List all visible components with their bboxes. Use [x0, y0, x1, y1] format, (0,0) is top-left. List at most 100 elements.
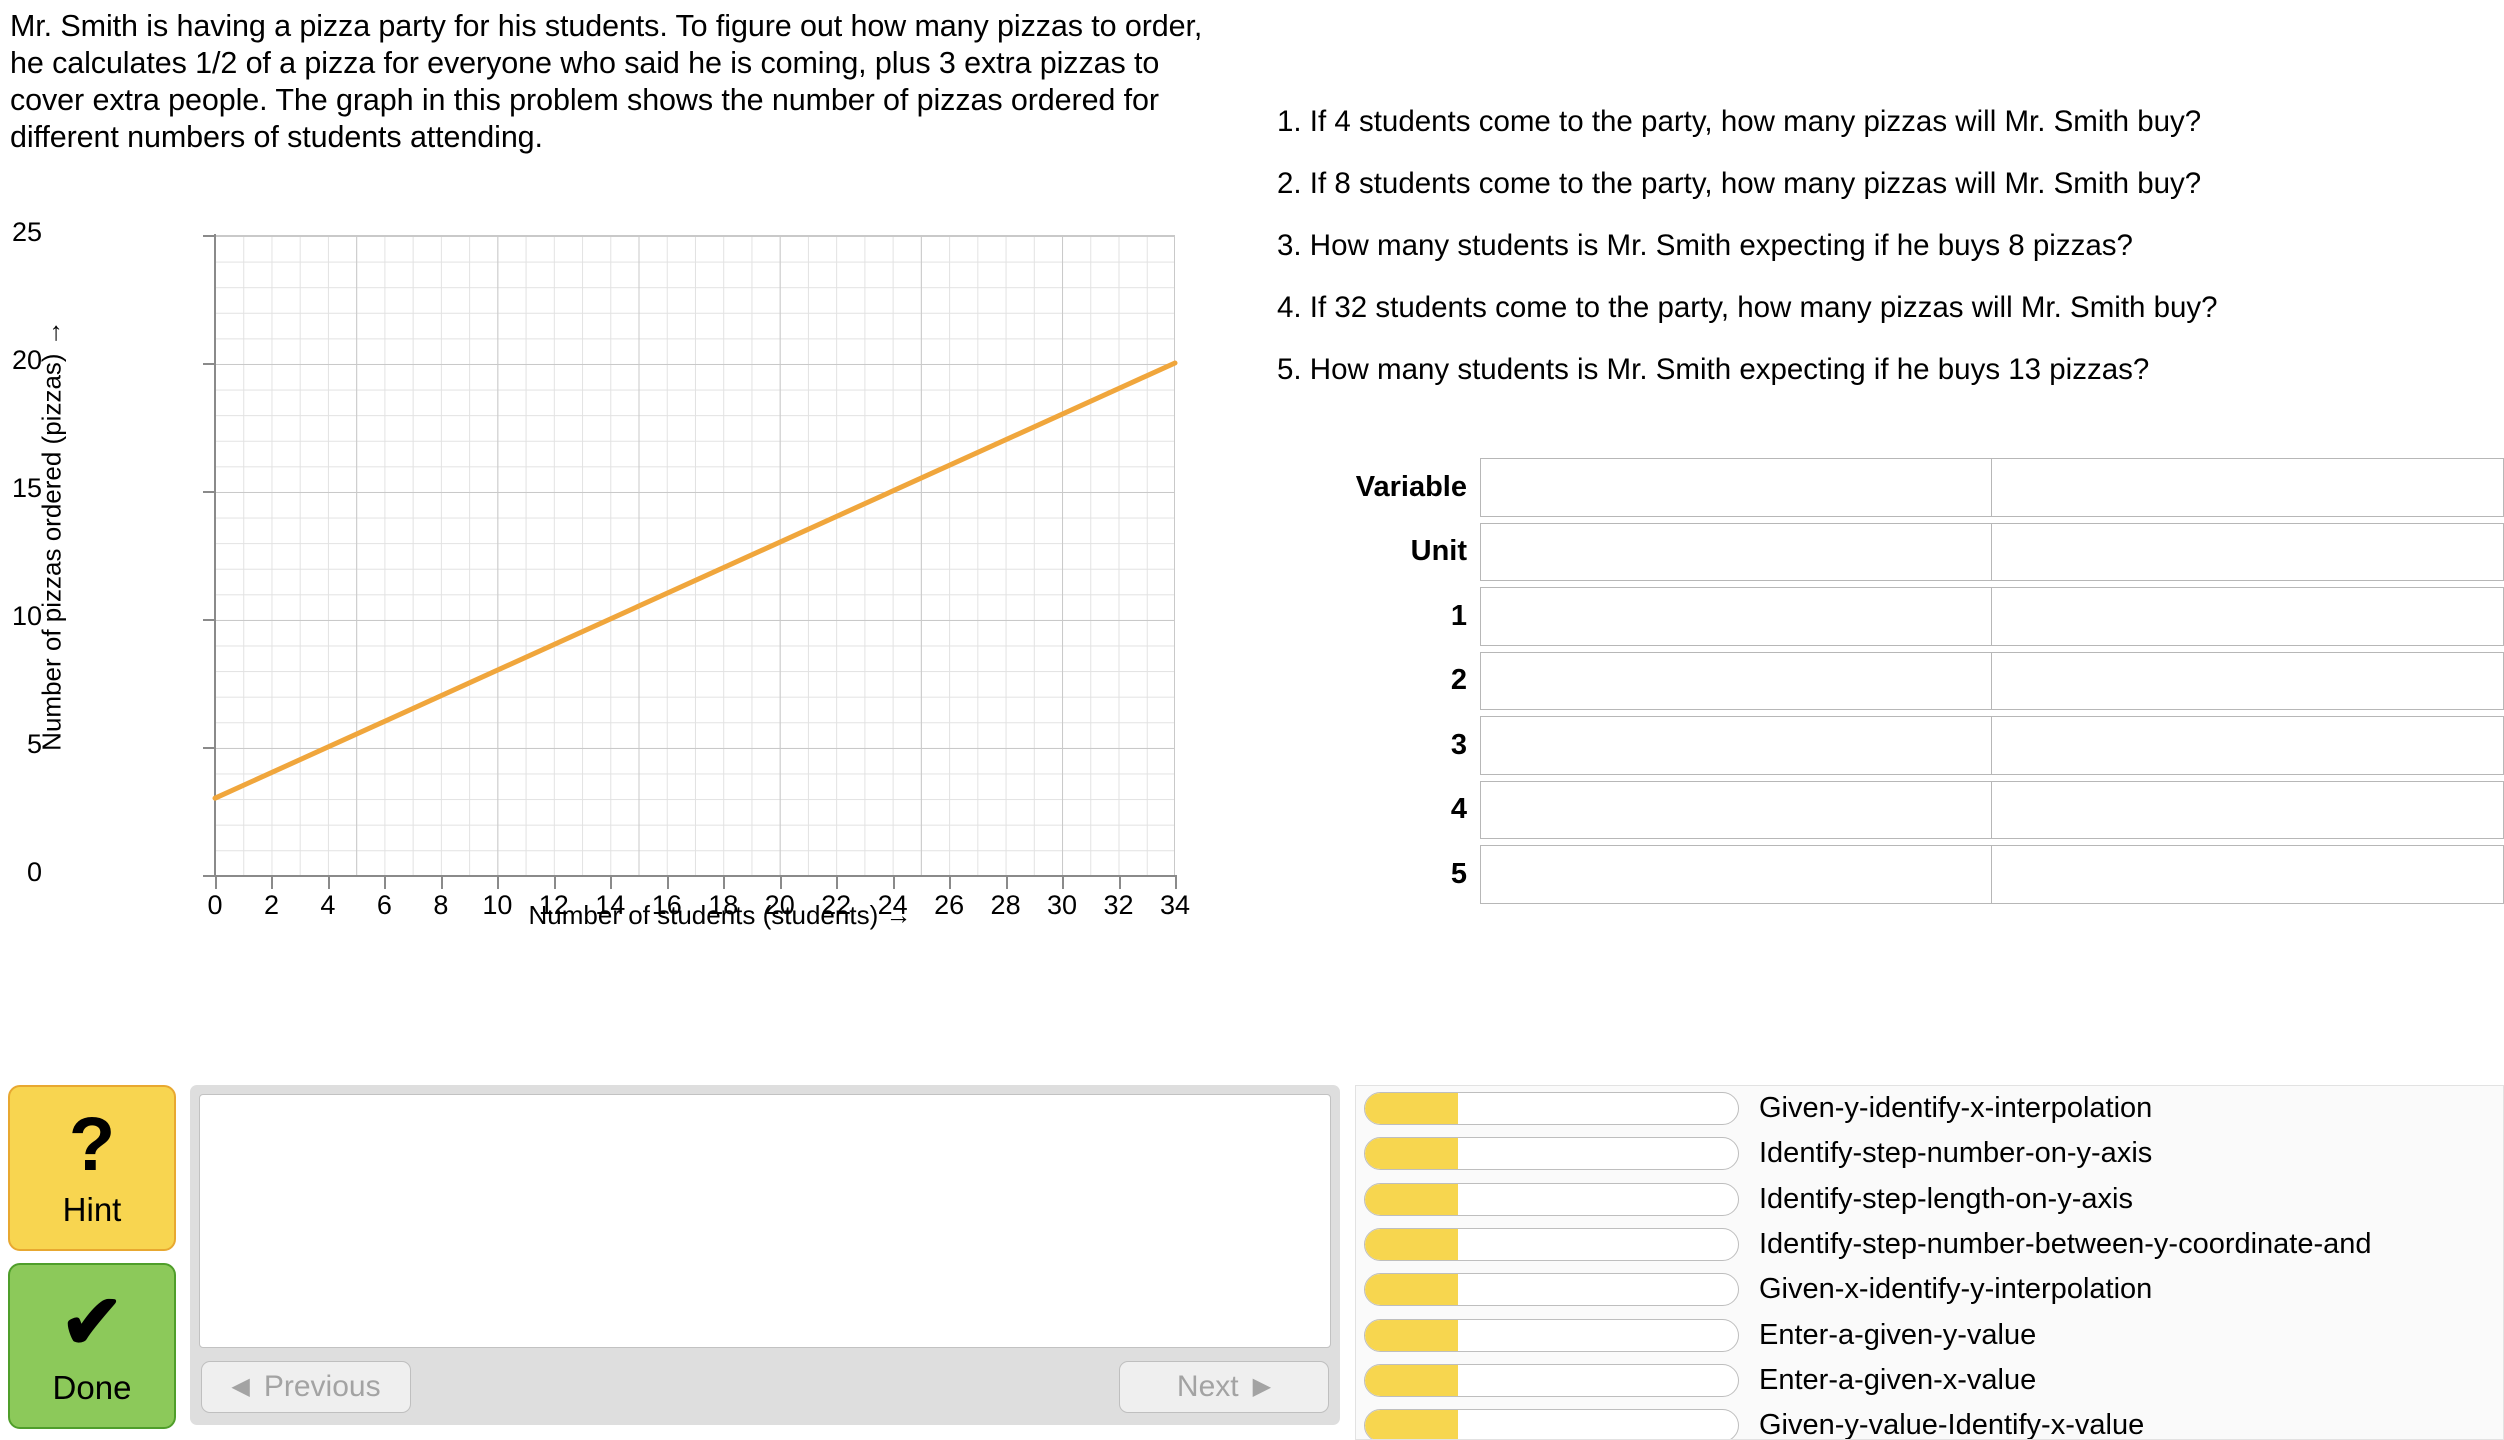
next-button-label: Next — [1176, 1370, 1239, 1403]
x-axis-tick-label: 12 — [538, 890, 569, 920]
x-axis-tick-mark — [949, 875, 952, 889]
x-axis-tick-mark — [666, 875, 669, 889]
table-cell-input[interactable] — [1480, 716, 1992, 775]
skill-progress-bar — [1364, 1092, 1739, 1126]
checkmark-icon: ✔ — [60, 1280, 124, 1365]
table-row-label: 1 — [1450, 599, 1467, 632]
table-row: 1 — [1300, 584, 2504, 649]
y-axis-tick-label: 25 — [11, 217, 42, 247]
done-button[interactable]: ✔ Done — [8, 1263, 176, 1429]
x-axis-tick-label: 26 — [934, 890, 965, 920]
skill-progress-bar — [1364, 1182, 1739, 1216]
table-cell-input[interactable] — [1480, 587, 1992, 646]
skill-row[interactable]: Identify-step-number-on-y-axis — [1356, 1131, 2503, 1176]
table-cell-group — [1480, 713, 2504, 778]
skill-progress-bar — [1364, 1318, 1739, 1352]
x-axis-tick-label: 2 — [263, 890, 279, 920]
skill-progress-fill — [1365, 1093, 1459, 1125]
hint-button-label: Hint — [62, 1191, 122, 1228]
feedback-text-area[interactable] — [199, 1094, 1331, 1348]
table-row: 4 — [1300, 778, 2504, 843]
question-item: 3. How many students is Mr. Smith expect… — [1277, 229, 2133, 262]
table-row: 3 — [1300, 713, 2504, 778]
skill-row[interactable]: Given-y-identify-x-interpolation — [1356, 1086, 2503, 1131]
answer-table: Variable Unit 1 2 3 4 5 — [1300, 455, 2504, 907]
x-axis-tick-label: 18 — [708, 890, 739, 920]
table-cell-input[interactable] — [1992, 845, 2504, 904]
table-cell-group — [1480, 842, 2504, 907]
x-axis-tick-mark — [1118, 875, 1121, 889]
table-cell-input[interactable] — [1992, 587, 2504, 646]
y-axis-tick-label: 10 — [11, 601, 42, 631]
table-cell-input[interactable] — [1992, 651, 2504, 710]
x-axis-tick-mark — [497, 875, 500, 889]
table-cell-group — [1480, 455, 2504, 520]
skill-progress-fill — [1365, 1364, 1459, 1396]
table-cell-input[interactable] — [1480, 651, 1992, 710]
skill-row[interactable]: Given-y-value-Identify-x-value — [1356, 1403, 2503, 1439]
skill-progress-bar — [1364, 1137, 1739, 1171]
skill-label: Identify-step-number-between-y-coordinat… — [1759, 1228, 2372, 1261]
table-cell-group — [1480, 584, 2504, 649]
y-axis-tick-label: 15 — [11, 473, 42, 503]
skill-label: Given-x-identify-y-interpolation — [1759, 1273, 2153, 1306]
skill-row[interactable]: Identify-step-number-between-y-coordinat… — [1356, 1222, 2503, 1267]
next-button[interactable]: Next ▶ — [1119, 1361, 1329, 1413]
table-cell-input[interactable] — [1480, 780, 1992, 839]
x-axis-tick-label: 4 — [320, 890, 336, 920]
question-mark-icon: ? — [68, 1102, 116, 1187]
table-cell-input[interactable] — [1992, 522, 2504, 581]
x-axis-tick-label: 0 — [207, 890, 223, 920]
table-cell-input[interactable] — [1480, 522, 1992, 581]
table-cell-group — [1480, 778, 2504, 843]
navigation-row: ◀ Previous Next ▶ — [199, 1361, 1331, 1413]
table-cell-input[interactable] — [1992, 780, 2504, 839]
skill-row[interactable]: Given-x-identify-y-interpolation — [1356, 1267, 2503, 1312]
skill-progress-fill — [1365, 1319, 1459, 1351]
x-axis-tick-mark — [1175, 875, 1177, 889]
skill-progress-fill — [1365, 1229, 1459, 1261]
skill-row[interactable]: Identify-step-length-on-y-axis — [1356, 1177, 2503, 1222]
x-axis-tick-label: 30 — [1047, 890, 1078, 920]
graph-line — [212, 360, 1178, 801]
question-item: 1. If 4 students come to the party, how … — [1277, 105, 2202, 138]
skill-progress-fill — [1365, 1274, 1459, 1306]
skill-row[interactable]: Enter-a-given-x-value — [1356, 1358, 2503, 1403]
problem-statement: Mr. Smith is having a pizza party for hi… — [10, 9, 1203, 154]
table-cell-input[interactable] — [1480, 458, 1992, 517]
skill-progress-fill — [1365, 1138, 1459, 1170]
table-row-label: Variable — [1355, 470, 1467, 503]
skills-progress-panel[interactable]: Given-y-identify-x-interpolation Identify… — [1355, 1085, 2504, 1440]
x-axis-tick-mark — [271, 875, 274, 889]
previous-button[interactable]: ◀ Previous — [201, 1361, 411, 1413]
x-axis-tick-label: 32 — [1103, 890, 1134, 920]
right-triangle-icon: ▶ — [1252, 1373, 1272, 1400]
x-axis-tick-label: 20 — [764, 890, 795, 920]
skill-progress-bar — [1364, 1273, 1739, 1307]
x-axis-tick-label: 10 — [482, 890, 513, 920]
skill-row[interactable]: Enter-a-given-y-value — [1356, 1312, 2503, 1357]
x-axis-tick-mark — [384, 875, 387, 889]
problem-top-area: Mr. Smith is having a pizza party for hi… — [0, 0, 2504, 1040]
hint-button[interactable]: ? Hint — [8, 1085, 176, 1251]
x-axis-tick-mark — [723, 875, 726, 889]
left-triangle-icon: ◀ — [231, 1373, 250, 1400]
question-item: 5. How many students is Mr. Smith expect… — [1277, 353, 2150, 386]
x-axis-tick-mark — [327, 875, 330, 889]
x-axis-tick-label: 24 — [877, 890, 908, 920]
skill-label: Given-y-identify-x-interpolation — [1759, 1092, 2153, 1125]
x-axis-tick-mark — [1005, 875, 1008, 889]
skill-progress-bar — [1364, 1409, 1739, 1439]
skill-progress-bar — [1364, 1363, 1739, 1397]
x-axis-tick-mark — [553, 875, 556, 889]
x-axis-tick-label: 16 — [651, 890, 682, 920]
table-row-label: 2 — [1450, 664, 1467, 697]
action-button-group: ? Hint ✔ Done — [8, 1085, 176, 1429]
table-cell-input[interactable] — [1480, 845, 1992, 904]
table-cell-input[interactable] — [1992, 716, 2504, 775]
table-cell-input[interactable] — [1992, 458, 2504, 517]
x-axis-tick-mark — [440, 875, 443, 889]
x-axis-tick-label: 22 — [821, 890, 852, 920]
bottom-toolbar: ? Hint ✔ Done ◀ Previous Next ▶ Given-y-… — [0, 1070, 2504, 1440]
x-axis-tick-label: 34 — [1159, 890, 1191, 920]
